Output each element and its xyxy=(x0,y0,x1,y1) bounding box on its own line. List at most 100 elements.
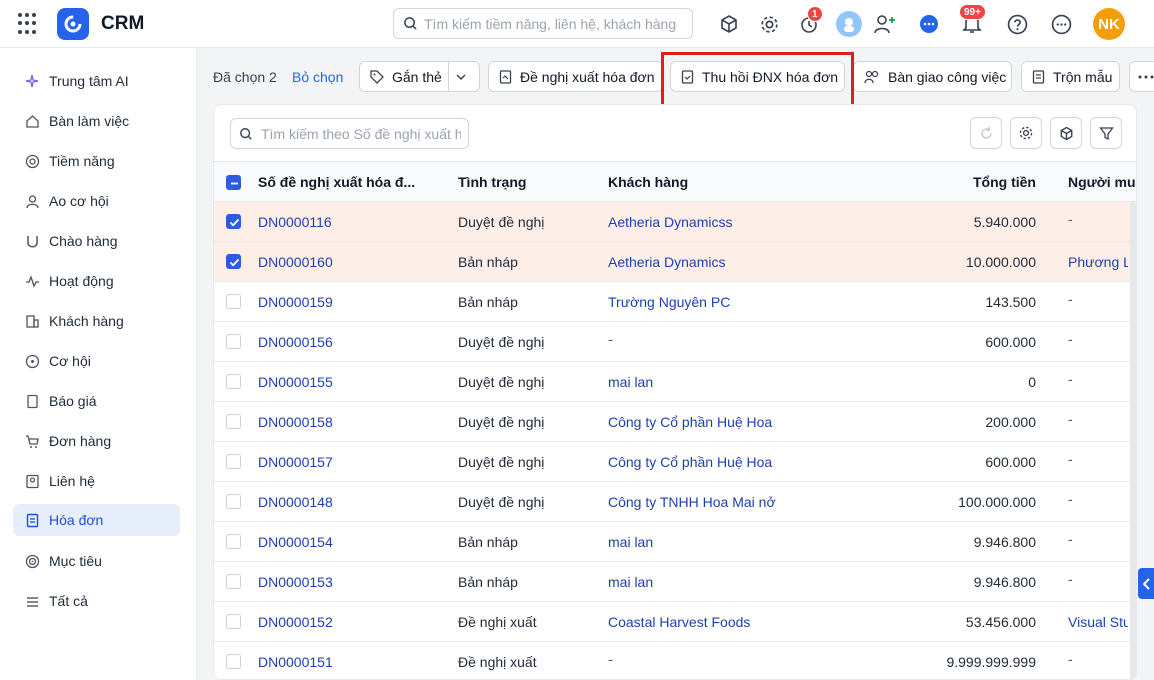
sidebar-item-opportunities[interactable]: Cơ hội xyxy=(13,345,180,377)
crm-logo-icon[interactable] xyxy=(57,8,89,40)
row-checkbox[interactable] xyxy=(226,334,241,349)
table-row[interactable]: DN0000155 Duyệt đề nghị mai lan 0 - xyxy=(214,362,1136,402)
table-row[interactable]: DN0000159 Bản nháp Trường Nguyên PC 143.500… xyxy=(214,282,1136,322)
user-avatar[interactable]: NK xyxy=(1093,8,1125,40)
global-search-input[interactable] xyxy=(424,13,684,35)
status-cell: Duyệt đề nghị xyxy=(458,374,545,390)
row-checkbox[interactable] xyxy=(226,614,241,629)
customer-link[interactable]: Coastal Harvest Foods xyxy=(608,602,878,642)
proposal-code-link[interactable]: DN0000148 xyxy=(258,482,448,522)
sidebar-item-quotes[interactable]: Báo giá xyxy=(13,385,180,417)
buyer-cell[interactable]: Visual Studio xyxy=(1068,602,1128,642)
proposal-code-link[interactable]: DN0000152 xyxy=(258,602,448,642)
tag-button[interactable]: Gắn thẻ xyxy=(359,61,480,92)
tag-icon xyxy=(370,69,384,84)
buyer-cell[interactable]: Phương Linh xyxy=(1068,242,1128,282)
collapse-panel-button[interactable] xyxy=(1138,568,1154,599)
cube-icon[interactable] xyxy=(717,12,741,36)
proposal-code-link[interactable]: DN0000153 xyxy=(258,562,448,602)
filter-button[interactable] xyxy=(1090,117,1122,149)
table-row[interactable]: DN0000154 Bản nháp mai lan 9.946.800 - xyxy=(214,522,1136,562)
row-checkbox[interactable] xyxy=(226,214,241,229)
table-row[interactable]: DN0000153 Bản nháp mai lan 9.946.800 - xyxy=(214,562,1136,602)
sidebar-item-contacts[interactable]: Liên hệ xyxy=(13,465,180,497)
app-launcher-icon[interactable] xyxy=(18,13,40,35)
row-checkbox[interactable] xyxy=(226,294,241,309)
tag-dropdown[interactable] xyxy=(448,62,480,91)
header-customer[interactable]: Khách hàng xyxy=(608,162,808,203)
add-user-icon[interactable] xyxy=(873,12,897,36)
handover-work-button[interactable]: Bàn giao công việc xyxy=(853,61,1012,92)
customer-link[interactable]: Aetheria Dynamics xyxy=(608,242,878,282)
table-row[interactable]: DN0000151 Đề nghị xuất - 9.999.999.999 - xyxy=(214,642,1136,679)
row-checkbox[interactable] xyxy=(226,374,241,389)
sidebar-item-all[interactable]: Tất cả xyxy=(13,585,180,617)
header-code[interactable]: Số đề nghị xuất hóa đ... xyxy=(258,162,448,203)
list-search-input[interactable] xyxy=(261,123,461,145)
table-row[interactable]: DN0000152 Đề nghị xuất Coastal Harvest Foo… xyxy=(214,602,1136,642)
sidebar-item-invoices[interactable]: Hóa đơn xyxy=(13,504,180,536)
list-settings-button[interactable] xyxy=(1010,117,1042,149)
row-checkbox[interactable] xyxy=(226,574,241,589)
sidebar-item-offers[interactable]: Chào hàng xyxy=(13,225,180,257)
table-row[interactable]: DN0000148 Duyệt đề nghị Công ty TNHH Hoa M… xyxy=(214,482,1136,522)
customer-link[interactable]: Trường Nguyên PC xyxy=(608,282,878,322)
customer-link[interactable]: mai lan xyxy=(608,522,878,562)
sidebar-item-ai-center[interactable]: Trung tâm AI xyxy=(13,65,180,97)
total-cell: 200.000 xyxy=(985,414,1036,430)
header-buyer[interactable]: Người mua xyxy=(1068,162,1136,203)
assistant-avatar-icon[interactable] xyxy=(836,11,862,37)
global-search[interactable] xyxy=(393,8,693,39)
settings-gear-icon[interactable] xyxy=(757,12,781,36)
row-checkbox[interactable] xyxy=(226,654,241,669)
customer-link[interactable]: Công ty TNHH Hoa Mai nở xyxy=(608,482,878,522)
sidebar-item-leads[interactable]: Tiềm năng xyxy=(13,145,180,177)
table-row[interactable]: DN0000160 Bản nháp Aetheria Dynamics 10.000… xyxy=(214,242,1136,282)
row-checkbox[interactable] xyxy=(226,494,241,509)
list-search[interactable] xyxy=(230,118,469,149)
unselect-link[interactable]: Bỏ chọn xyxy=(292,69,343,85)
proposal-code-link[interactable]: DN0000157 xyxy=(258,442,448,482)
customer-link[interactable]: Công ty Cổ phần Huệ Hoa xyxy=(608,442,878,482)
table-header: Số đề nghị xuất hóa đ... Tình trạng Khác… xyxy=(214,161,1136,203)
header-status[interactable]: Tình trạng xyxy=(458,162,588,203)
customer-link[interactable]: Aetheria Dynamicss xyxy=(608,202,878,242)
table-row[interactable]: DN0000157 Duyệt đề nghị Công ty Cổ phần Hu… xyxy=(214,442,1136,482)
proposal-code-link[interactable]: DN0000156 xyxy=(258,322,448,362)
customer-link[interactable]: mai lan xyxy=(608,362,878,402)
proposal-code-link[interactable]: DN0000151 xyxy=(258,642,448,679)
sidebar-item-activities[interactable]: Hoạt động xyxy=(13,265,180,297)
refresh-button[interactable] xyxy=(970,117,1002,149)
more-options-icon[interactable] xyxy=(1049,12,1073,36)
header-total[interactable]: Tổng tiền xyxy=(904,162,1036,203)
proposal-code-link[interactable]: DN0000116 xyxy=(258,202,448,242)
more-actions-button[interactable] xyxy=(1129,61,1154,92)
help-icon[interactable] xyxy=(1005,12,1029,36)
table-row[interactable]: DN0000116 Duyệt đề nghị Aetheria Dynamicss… xyxy=(214,202,1136,242)
row-checkbox[interactable] xyxy=(226,534,241,549)
customer-link[interactable]: mai lan xyxy=(608,562,878,602)
propose-invoice-button[interactable]: Đề nghị xuất hóa đơn xyxy=(488,61,663,92)
sidebar-item-orders[interactable]: Đơn hàng xyxy=(13,425,180,457)
select-all-checkbox[interactable] xyxy=(226,175,241,190)
merge-template-button[interactable]: Trộn mẫu xyxy=(1021,61,1120,92)
row-checkbox[interactable] xyxy=(226,414,241,429)
sidebar-item-workspace[interactable]: Bàn làm việc xyxy=(13,105,180,137)
view-cube-button[interactable] xyxy=(1050,117,1082,149)
proposal-code-link[interactable]: DN0000160 xyxy=(258,242,448,282)
proposal-code-link[interactable]: DN0000159 xyxy=(258,282,448,322)
sidebar-item-goals[interactable]: Mục tiêu xyxy=(13,545,180,577)
sidebar-item-opportunity-pool[interactable]: Ao cơ hội xyxy=(13,185,180,217)
proposal-code-link[interactable]: DN0000155 xyxy=(258,362,448,402)
table-row[interactable]: DN0000156 Duyệt đề nghị - 600.000 - xyxy=(214,322,1136,362)
vertical-scrollbar[interactable] xyxy=(1130,202,1136,679)
table-row[interactable]: DN0000158 Duyệt đề nghị Công ty Cổ phần Hu… xyxy=(214,402,1136,442)
proposal-code-link[interactable]: DN0000158 xyxy=(258,402,448,442)
status-cell: Bản nháp xyxy=(458,534,518,550)
row-checkbox[interactable] xyxy=(226,454,241,469)
chat-icon[interactable] xyxy=(917,12,941,36)
sidebar-item-customers[interactable]: Khách hàng xyxy=(13,305,180,337)
row-checkbox[interactable] xyxy=(226,254,241,269)
customer-link[interactable]: Công ty Cổ phần Huệ Hoa xyxy=(608,402,878,442)
proposal-code-link[interactable]: DN0000154 xyxy=(258,522,448,562)
